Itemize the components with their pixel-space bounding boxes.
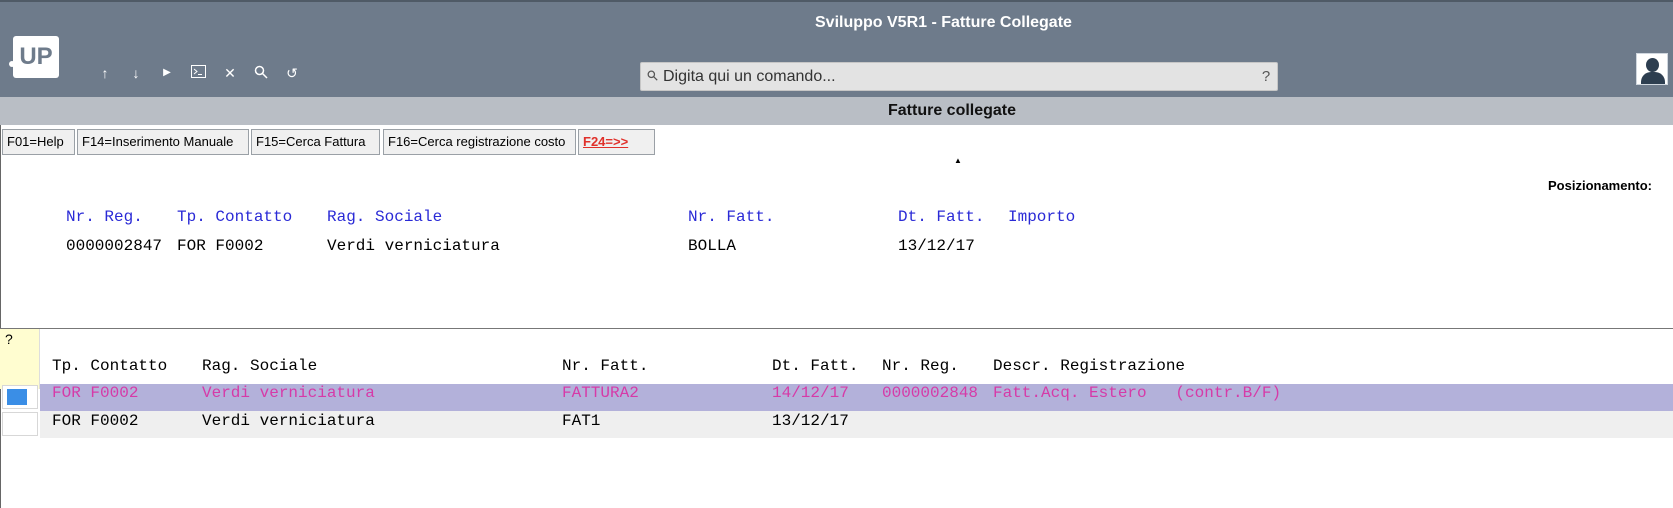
- search-icon: [641, 70, 663, 84]
- f24-more-button[interactable]: F24=>>: [578, 129, 655, 155]
- arrow-down-icon[interactable]: ↓: [128, 65, 144, 81]
- row-dt-fatt: 13/12/17: [772, 412, 849, 430]
- header-col-nr-reg: Nr. Reg.: [66, 208, 143, 226]
- row-dt-fatt: 14/12/17: [772, 384, 849, 402]
- row-nr-fatt: FAT1: [562, 412, 601, 430]
- left-border: [0, 97, 1, 508]
- row-descr: Fatt.Acq. Estero (contr.B/F): [993, 384, 1282, 402]
- close-icon[interactable]: ✕: [222, 65, 238, 81]
- f16-search-cost-button[interactable]: F16=Cerca registrazione costo: [383, 129, 576, 155]
- header-col-rag-sociale: Rag. Sociale: [327, 208, 443, 226]
- command-search[interactable]: ?: [640, 62, 1278, 91]
- row-rag-sociale: Verdi verniciatura: [202, 412, 375, 430]
- list-divider: [0, 328, 1673, 329]
- row-tp-contatto: FOR F0002: [52, 412, 139, 430]
- row-nr-reg: 0000002848: [882, 384, 979, 402]
- row-cursor-marker: [7, 389, 27, 405]
- panel-title: Fatture collegate: [888, 102, 1017, 119]
- header-val-nr-fatt: BOLLA: [688, 237, 737, 255]
- list-col-dt-fatt: Dt. Fatt.: [772, 357, 859, 375]
- selection-help-icon[interactable]: ?: [5, 331, 13, 347]
- logo-dot-icon: [9, 61, 15, 67]
- row-nr-fatt: FATTURA2: [562, 384, 639, 402]
- row-rag-sociale: Verdi verniciatura: [202, 384, 375, 402]
- header-val-rag-sociale: Verdi verniciatura: [327, 237, 500, 255]
- user-avatar-icon[interactable]: [1636, 53, 1668, 85]
- app-title: Sviluppo V5R1 - Fatture Collegate: [815, 14, 1072, 31]
- row-tp-contatto: FOR F0002: [52, 384, 139, 402]
- terminal-icon[interactable]: [190, 65, 206, 81]
- arrow-up-icon[interactable]: ↑: [97, 65, 113, 81]
- header-val-tp-contatto: FOR F0002: [177, 237, 264, 255]
- header-val-nr-reg: 0000002847: [66, 237, 163, 255]
- app-header: Sviluppo V5R1 - Fatture Collegate UP ↑ ↓…: [0, 0, 1673, 97]
- search-icon[interactable]: [253, 65, 269, 81]
- list-col-descr: Descr. Registrazione: [993, 357, 1186, 375]
- list-col-rag-sociale: Rag. Sociale: [202, 357, 318, 375]
- header-col-nr-fatt: Nr. Fatt.: [688, 208, 775, 226]
- panel-title-bar: Fatture collegate: [0, 97, 1673, 125]
- list-col-tp-contatto: Tp. Contatto: [52, 357, 168, 375]
- search-help-button[interactable]: ?: [1255, 68, 1277, 85]
- f01-help-button[interactable]: F01=Help: [2, 129, 75, 155]
- header-col-importo: Importo: [1008, 208, 1076, 226]
- row-select-field[interactable]: [2, 385, 38, 409]
- list-col-nr-reg: Nr. Reg.: [882, 357, 959, 375]
- f14-manual-entry-button[interactable]: F14=Inserimento Manuale: [77, 129, 249, 155]
- row-select-field[interactable]: [2, 412, 38, 436]
- f15-search-invoice-button[interactable]: F15=Cerca Fattura: [251, 129, 380, 155]
- header-val-dt-fatt: 13/12/17: [898, 237, 975, 255]
- collapse-caret-icon[interactable]: ▲: [954, 156, 962, 165]
- header-col-tp-contatto: Tp. Contatto: [177, 208, 293, 226]
- command-input[interactable]: [663, 67, 1255, 86]
- header-col-dt-fatt: Dt. Fatt.: [898, 208, 985, 226]
- positioning-label: Posizionamento:: [1548, 178, 1653, 193]
- list-col-nr-fatt: Nr. Fatt.: [562, 357, 649, 375]
- play-icon[interactable]: ▶: [159, 65, 175, 81]
- app-logo[interactable]: UP: [13, 36, 59, 78]
- undo-icon[interactable]: ↺: [284, 65, 300, 81]
